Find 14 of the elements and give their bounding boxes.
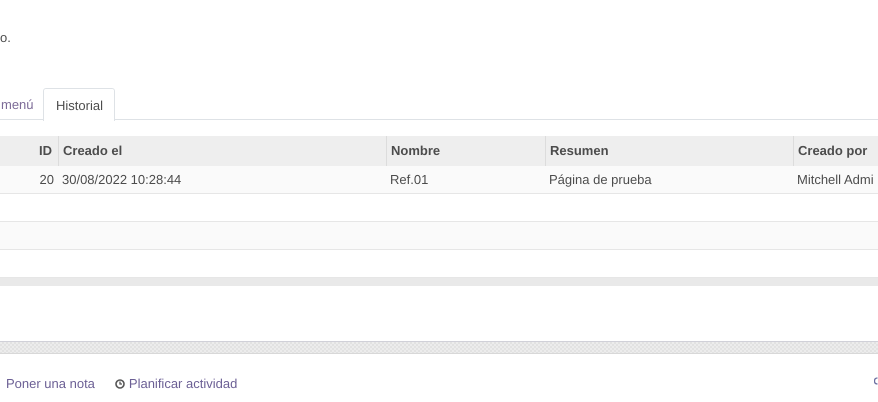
tab[interactable]: Historial (43, 88, 115, 121)
clock-icon (114, 378, 125, 388)
scrollbar[interactable] (0, 278, 878, 286)
table-cell-text: 30/08/2022 10:28:44 (61, 171, 182, 189)
description-text: o. (0, 30, 11, 45)
tab[interactable]: menú (0, 88, 43, 120)
column-header[interactable]: ID (0, 136, 58, 166)
table-cell-text: 20 (38, 171, 55, 189)
table-cell-text: Mitchell Admi (796, 171, 875, 189)
table-row[interactable]: 20 30/08/2022 10:28:44 Ref.01 Página de prueba Mitchell Admi (0, 166, 878, 194)
table-cell-text: Página de prueba (548, 171, 653, 189)
link[interactable]: Planificar actividad (114, 376, 238, 391)
link[interactable]: Poner una nota (6, 376, 95, 391)
table-cell-text: Ref.01 (389, 171, 430, 189)
